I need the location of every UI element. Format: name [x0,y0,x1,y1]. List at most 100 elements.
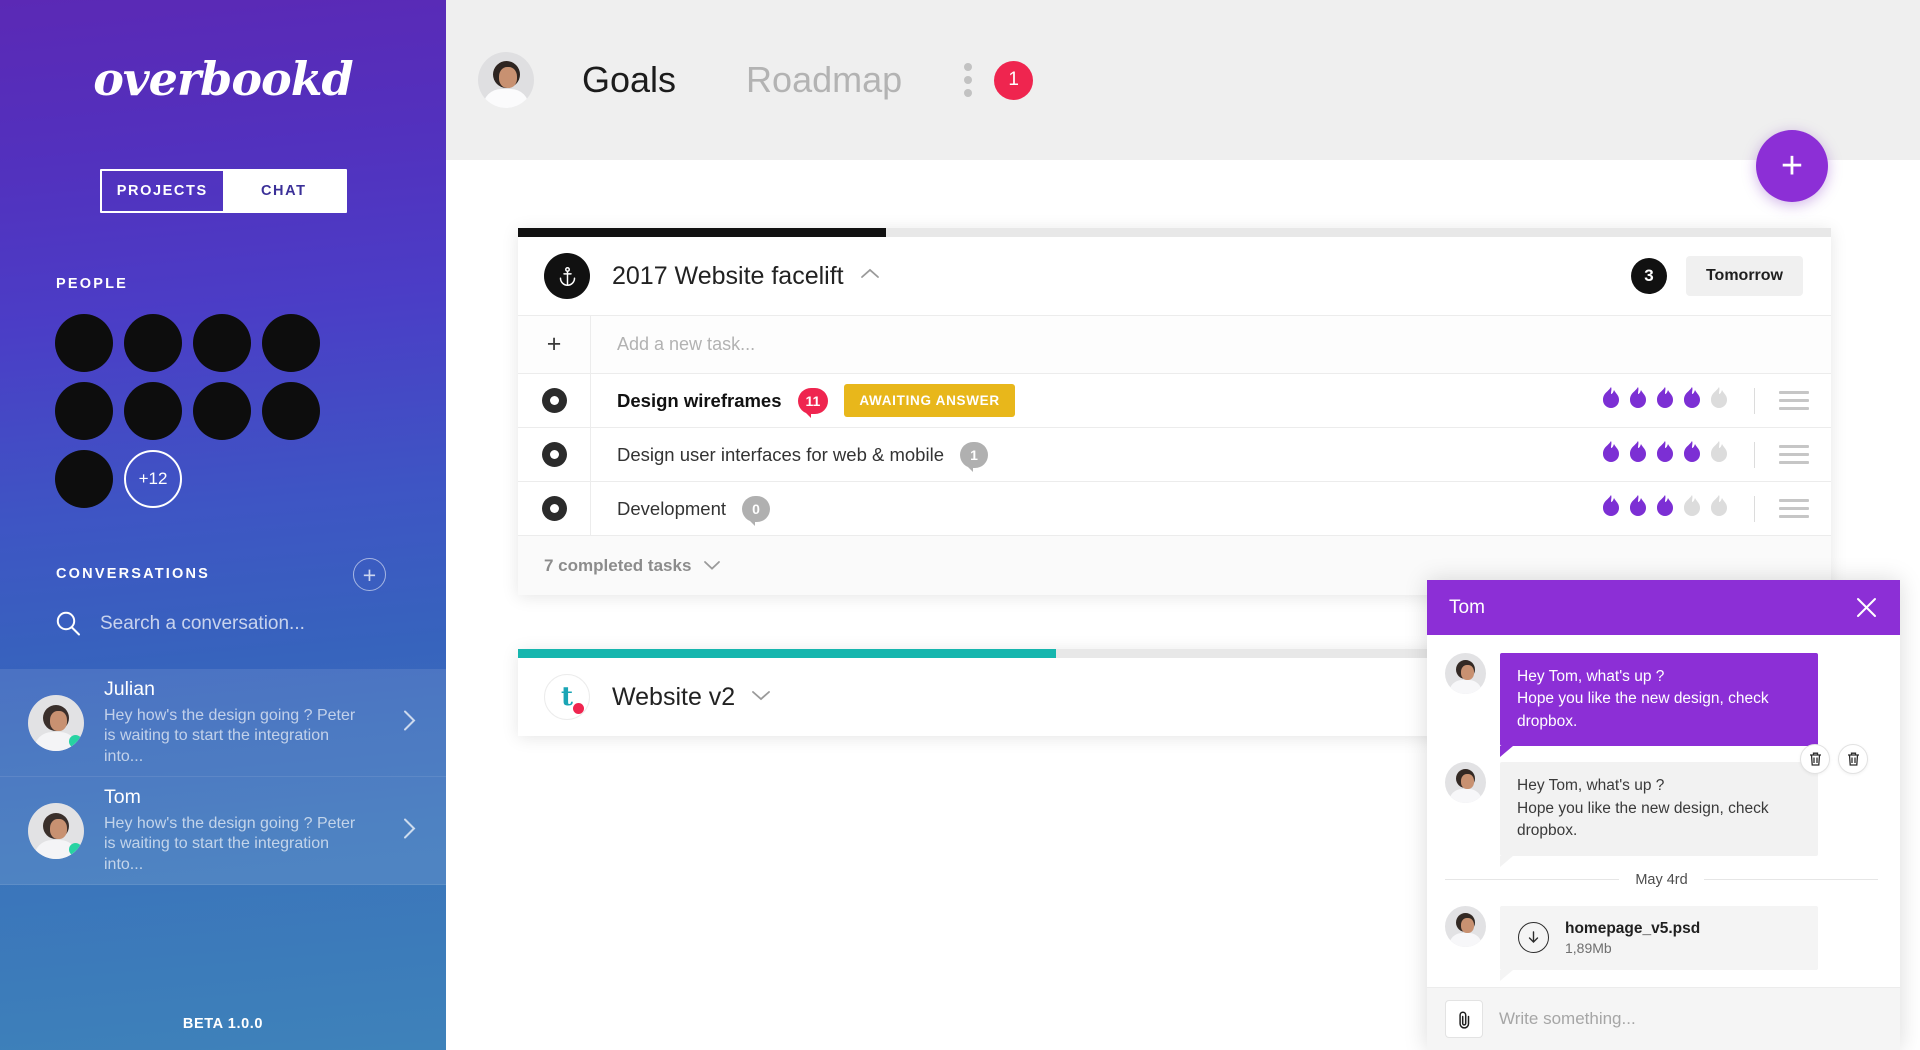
tab-goals[interactable]: Goals [582,59,676,101]
search-input[interactable] [100,612,380,635]
chat-messages: Hey Tom, what's up ? Hope you like the n… [1427,635,1900,987]
list-item[interactable]: Tom Hey how's the design going ? Peter i… [0,777,446,885]
chat-message: Hey Tom, what's up ? Hope you like the n… [1445,744,1878,868]
delete-message-button[interactable] [1800,744,1830,775]
progress-fill [518,649,1057,658]
divider [1754,495,1755,522]
delete-message-button[interactable] [1838,744,1868,775]
table-row[interactable]: Development 0 [518,481,1831,535]
progress-track [518,228,1831,237]
task-checkbox[interactable] [518,374,591,427]
people-section: PEOPLE +12 [0,276,446,508]
flame-icon [1627,494,1649,523]
progress-fill [518,228,886,237]
message-bubble: Hey Tom, what's up ? Hope you like the n… [1500,762,1818,868]
flame-icon [1708,386,1730,415]
date-label: May 4rd [1635,871,1688,888]
priority-flames[interactable] [1600,494,1730,523]
avatar[interactable] [124,314,182,372]
avatar[interactable] [55,382,113,440]
main-content: Goals Roadmap 1 + 2017 Website facelift … [446,0,1920,1050]
flame-icon [1600,386,1622,415]
task-name: Development [617,497,727,519]
chat-message-attachment: homepage_v5.psd 1,89Mb [1445,905,1878,981]
add-task-input[interactable] [617,334,1117,355]
attachment-bubble[interactable]: homepage_v5.psd 1,89Mb [1500,905,1818,981]
avatar [1445,653,1486,694]
people-heading: PEOPLE [56,276,129,292]
flame-icon [1654,386,1676,415]
avatar[interactable] [478,52,534,108]
add-conversation-button[interactable]: + [353,558,386,591]
close-icon[interactable] [1855,596,1878,619]
due-date-pill[interactable]: Tomorrow [1685,256,1803,296]
conversation-name: Tom [104,785,141,808]
task-checkbox[interactable] [518,482,591,535]
avatar[interactable] [55,450,113,508]
attachment-size: 1,89Mb [1565,939,1612,956]
task-right [1600,440,1831,469]
chat-panel: Tom Hey Tom, what's up ? Hope you like t… [1427,580,1900,1050]
drag-handle-icon[interactable] [1779,391,1809,410]
divider [1703,879,1879,881]
top-bar: Goals Roadmap 1 + [446,0,1920,202]
avatar[interactable] [193,314,251,372]
drag-handle-icon[interactable] [1779,445,1809,464]
toggle-projects-button[interactable]: PROJECTS [102,171,224,211]
task-name: Design wireframes [617,389,782,411]
sidebar: overbookd PROJECTS CHAT PEOPLE +12 CONVE… [0,0,446,1050]
chevron-right-icon [403,817,416,844]
priority-flames[interactable] [1600,386,1730,415]
conversation-preview: Hey how's the design going ? Peter is wa… [104,814,356,873]
chevron-up-icon[interactable] [860,267,880,285]
flame-icon [1654,494,1676,523]
message-actions [1800,744,1868,775]
avatar [1445,905,1486,947]
view-toggle: PROJECTS CHAT [99,169,347,213]
flame-icon [1681,494,1703,523]
avatar[interactable] [124,382,182,440]
attachment-name: homepage_v5.psd [1565,919,1701,937]
attachment-info: homepage_v5.psd 1,89Mb [1565,920,1700,956]
avatar [28,802,84,859]
message-line: Hope you like the new design, check drop… [1517,690,1769,730]
list-item[interactable]: Julian Hey how's the design going ? Pete… [0,669,446,777]
avatar[interactable] [262,382,320,440]
add-task-row: + [518,315,1831,373]
task-main: Design user interfaces for web & mobile … [617,441,988,472]
comment-count-badge: 0 [742,495,771,526]
people-avatar-grid: +12 [55,314,385,508]
add-task-plus-icon[interactable]: + [518,316,591,373]
flame-icon [1600,440,1622,469]
avatar[interactable] [262,314,320,372]
tab-roadmap[interactable]: Roadmap [746,59,902,101]
drag-handle-icon[interactable] [1779,499,1809,518]
conversation-text: Julian Hey how's the design going ? Pete… [104,678,362,767]
table-row[interactable]: Design user interfaces for web & mobile … [518,427,1831,481]
avatar[interactable] [55,314,113,372]
table-row[interactable]: Design wireframes 11 AWAITING ANSWER [518,373,1831,427]
conversation-name: Julian [104,677,155,700]
flame-icon [1627,386,1649,415]
message-line: Hey Tom, what's up ? [1517,777,1665,795]
flame-icon [1654,440,1676,469]
kebab-menu-icon[interactable] [964,63,973,97]
comment-count-badge: 1 [959,441,988,472]
chevron-down-icon[interactable] [751,688,771,706]
divider [1445,879,1620,881]
flame-icon [1681,386,1703,415]
message-input[interactable] [1499,1009,1882,1029]
task-checkbox[interactable] [518,428,591,481]
avatar[interactable] [193,382,251,440]
toggle-chat-button[interactable]: CHAT [223,171,345,211]
priority-flames[interactable] [1600,440,1730,469]
avatar-more-count[interactable]: +12 [124,450,182,508]
divider [1754,387,1755,414]
chevron-right-icon [403,709,416,736]
flame-icon [1681,440,1703,469]
flame-icon [1708,440,1730,469]
download-icon[interactable] [1518,922,1549,954]
paperclip-icon[interactable] [1445,1000,1483,1038]
chat-header: Tom [1427,580,1900,635]
add-button[interactable]: + [1756,130,1828,202]
